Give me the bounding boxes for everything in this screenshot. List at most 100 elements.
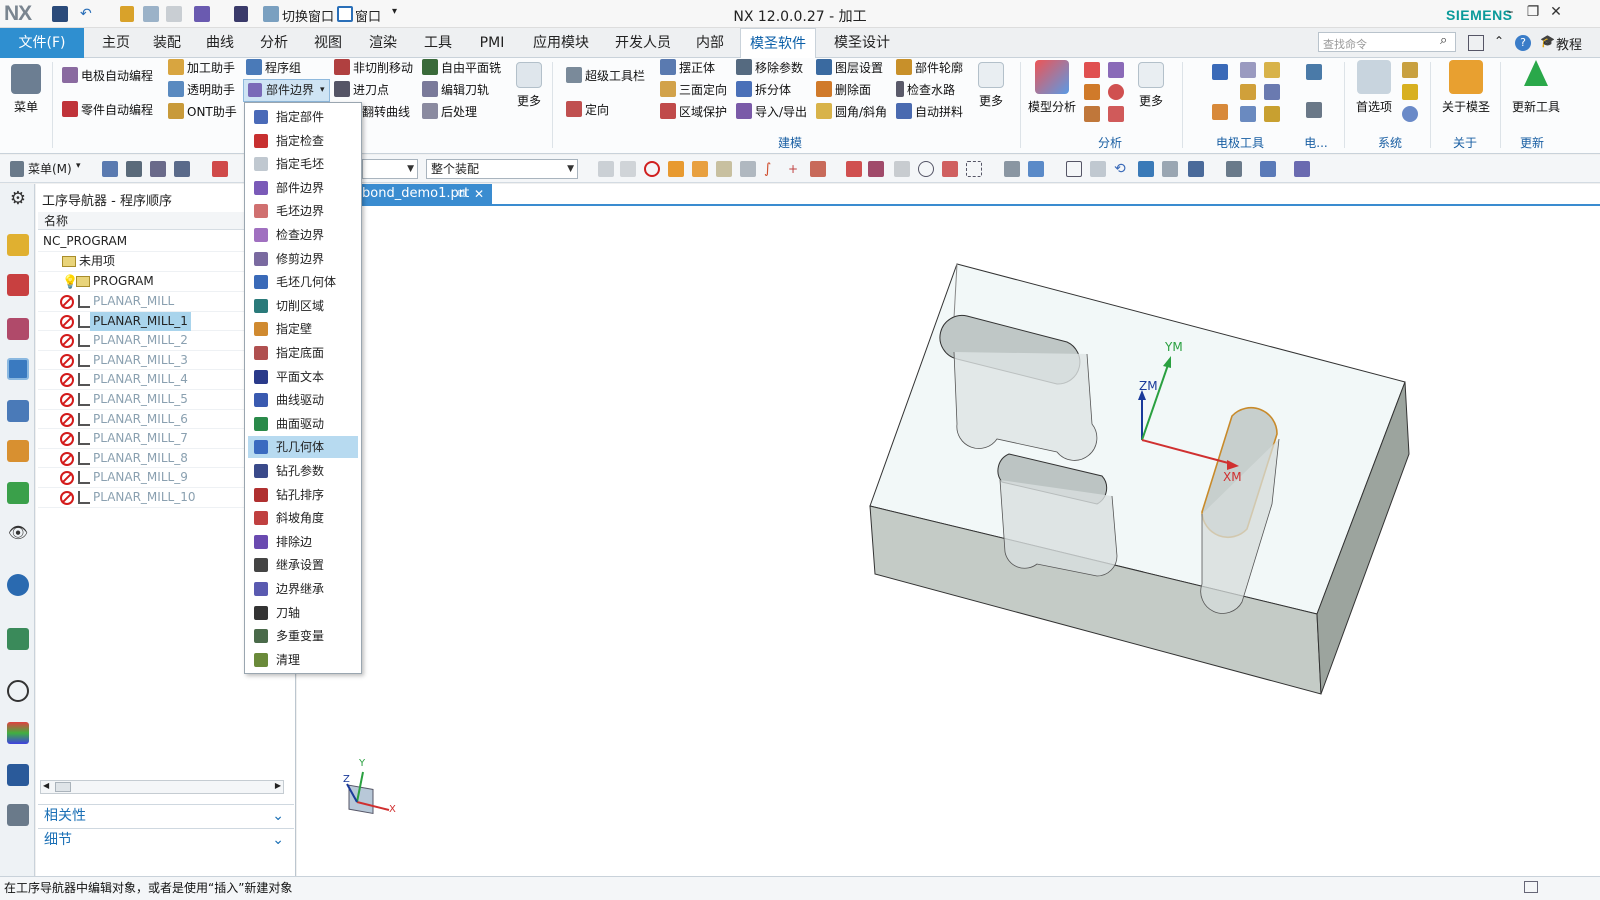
operation-navigator-icon[interactable]: [7, 358, 29, 380]
box-select-icon[interactable]: [966, 161, 982, 177]
reuse-library-icon[interactable]: [7, 482, 29, 504]
menu-item-trim-boundary[interactable]: 修剪边界: [248, 248, 358, 270]
menu-item-multi-variable[interactable]: 多重变量: [248, 625, 358, 647]
machining-feature-navigator-icon[interactable]: [7, 440, 29, 462]
tab-developer[interactable]: 开发人员: [608, 28, 678, 58]
electrode-auto-program-button[interactable]: 电极自动编程: [62, 66, 153, 86]
point-icon[interactable]: +: [788, 161, 804, 177]
scroll-thumb[interactable]: [55, 782, 71, 792]
forbid-icon[interactable]: [644, 161, 660, 177]
tab-internal[interactable]: 内部: [688, 28, 732, 58]
menu-item-tool-axis[interactable]: 刀轴: [248, 602, 358, 624]
part-navigator-icon[interactable]: [7, 318, 29, 340]
area-protect-button[interactable]: 区域保护: [660, 102, 727, 122]
tab-mosheng-software[interactable]: 模圣软件: [740, 28, 816, 58]
tab-view[interactable]: 视图: [306, 28, 350, 58]
control-point-icon[interactable]: [894, 161, 910, 177]
tab-mosheng-design[interactable]: 模圣设计: [824, 28, 900, 58]
program-group-button[interactable]: 程序组: [246, 58, 301, 78]
copy-icon[interactable]: [143, 6, 159, 22]
snap-icon[interactable]: [598, 161, 614, 177]
more-button-1[interactable]: 更多: [514, 62, 544, 109]
type-filter-combo[interactable]: ▼: [362, 159, 418, 179]
process-studio-icon[interactable]: [7, 764, 29, 786]
system-setting-icon[interactable]: [1402, 62, 1418, 78]
menu-item-part-boundary[interactable]: 部件边界: [248, 177, 358, 199]
palette-icon[interactable]: [7, 722, 29, 744]
part-outline-button[interactable]: 部件轮廓: [896, 58, 963, 78]
electrode-copy-icon[interactable]: [1240, 62, 1256, 78]
pan-icon[interactable]: [1138, 161, 1154, 177]
menu-icon[interactable]: [10, 161, 24, 177]
electrode-block-icon[interactable]: [1212, 104, 1228, 120]
menu-button[interactable]: 菜单: [6, 64, 46, 115]
weight-icon[interactable]: [1084, 62, 1100, 78]
tab-file[interactable]: 文件(F): [0, 28, 84, 58]
auto-stock-button[interactable]: 自动拼料: [896, 102, 963, 122]
system-help-icon[interactable]: [1402, 106, 1418, 122]
file-tab[interactable]: bond_demo1.prt ⧉ ✕: [352, 184, 492, 204]
chevron-down-icon[interactable]: ▾: [392, 6, 397, 17]
clipping-icon[interactable]: [1294, 161, 1310, 177]
preferences-button[interactable]: 首选项: [1350, 60, 1398, 115]
tab-pmi[interactable]: PMI: [470, 28, 514, 58]
menu-item-cut-area[interactable]: 切削区域: [248, 295, 358, 317]
arc-center-icon[interactable]: [918, 161, 934, 177]
cut-icon[interactable]: [120, 6, 134, 22]
tab-application[interactable]: 应用模块: [526, 28, 596, 58]
super-toolbar-button[interactable]: 超级工具栏: [566, 66, 645, 86]
orient-button[interactable]: 定向: [566, 100, 609, 120]
curve-icon[interactable]: ∫: [764, 161, 780, 177]
undock-icon[interactable]: ⧉: [458, 184, 466, 204]
dependencies-panel[interactable]: 相关性 ⌄: [38, 804, 294, 826]
end-point-icon[interactable]: [846, 161, 862, 177]
assembly-navigator-icon[interactable]: [7, 234, 29, 256]
close-icon[interactable]: ✕: [474, 184, 484, 204]
select-face-icon[interactable]: [692, 161, 708, 177]
rotate-icon[interactable]: ⟲: [1114, 161, 1130, 177]
measure-icon[interactable]: [1108, 62, 1124, 78]
electrode-check-icon[interactable]: [1264, 84, 1280, 100]
update-tool-button[interactable]: 更新工具: [1504, 60, 1568, 115]
menu-dropdown[interactable]: 菜单(M): [28, 160, 72, 177]
electrode-spark-icon[interactable]: [1264, 106, 1280, 122]
machine-tool-navigator-icon[interactable]: [7, 400, 29, 422]
fullscreen-icon[interactable]: [1524, 881, 1538, 893]
graphics-window[interactable]: YM ZM XM Y Z X: [297, 184, 1600, 876]
tab-analysis[interactable]: 分析: [252, 28, 296, 58]
menu-item-check-boundary[interactable]: 检查边界: [248, 224, 358, 246]
part-boundary-dropdown-trigger[interactable]: 部件边界 ▾: [243, 79, 330, 102]
menu-item-blank-boundary[interactable]: 毛坯边界: [248, 200, 358, 222]
switch-window-icon[interactable]: [263, 6, 279, 22]
menu-item-inherit-settings[interactable]: 继承设置: [248, 554, 358, 576]
fit-view-icon[interactable]: [1066, 161, 1082, 177]
tab-home[interactable]: 主页: [94, 28, 138, 58]
info-icon[interactable]: [7, 574, 29, 596]
zoom-icon[interactable]: [1090, 161, 1106, 177]
model-analysis-button[interactable]: 模型分析: [1026, 60, 1078, 115]
part-auto-program-button[interactable]: 零件自动编程: [62, 100, 153, 120]
distance-icon[interactable]: [1108, 106, 1124, 122]
geometry-view-icon[interactable]: [150, 161, 166, 177]
help-icon[interactable]: ?: [1515, 35, 1531, 51]
menu-item-drilling-sequence[interactable]: 钻孔排序: [248, 484, 358, 506]
three-side-orient-button[interactable]: 三面定向: [660, 80, 727, 100]
more-button-3[interactable]: 更多: [1136, 62, 1166, 109]
check-waterway-button[interactable]: 检查水路: [896, 80, 955, 100]
horizontal-scrollbar[interactable]: ◀ ▶: [40, 780, 284, 794]
color-analysis-icon[interactable]: [1084, 84, 1100, 100]
entry-point-button[interactable]: 进刀点: [334, 80, 389, 100]
transparent-assistant-button[interactable]: 透明助手: [168, 80, 235, 100]
more-button-2[interactable]: 更多: [976, 62, 1006, 109]
tab-render[interactable]: 渲染: [361, 28, 405, 58]
edit-toolpath-button[interactable]: 编辑刀轨: [422, 80, 489, 100]
minimize-button[interactable]: –: [1500, 4, 1520, 24]
snap-point-icon[interactable]: [620, 161, 636, 177]
method-view-icon[interactable]: [174, 161, 190, 177]
perspective-icon[interactable]: [1162, 161, 1178, 177]
menu-item-surface-drive[interactable]: 曲面驱动: [248, 413, 358, 435]
menu-item-specify-wall[interactable]: 指定壁: [248, 318, 358, 340]
select-feature-icon[interactable]: [716, 161, 732, 177]
menu-item-specify-part[interactable]: 指定部件: [248, 106, 358, 128]
electrode-base-icon[interactable]: [1240, 84, 1256, 100]
